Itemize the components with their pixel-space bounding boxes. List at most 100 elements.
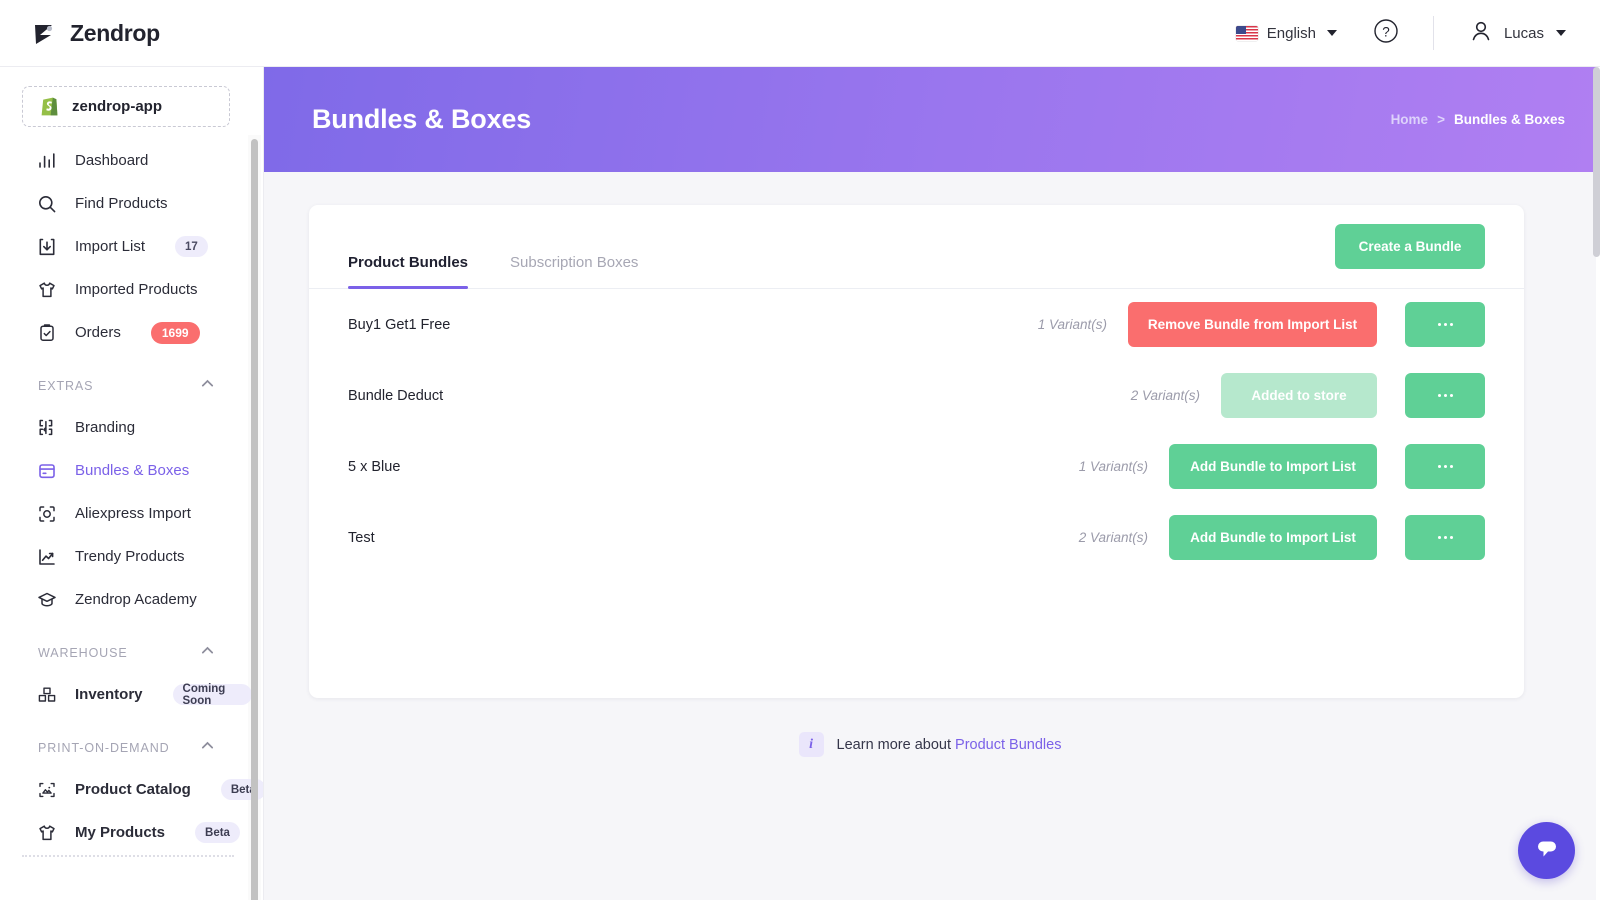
create-bundle-button[interactable]: Create a Bundle	[1335, 224, 1485, 269]
sidebar-item-label: Trendy Products	[75, 548, 185, 565]
tab-subscription-boxes[interactable]: Subscription Boxes	[510, 254, 638, 288]
chevron-up-icon[interactable]	[199, 642, 216, 664]
user-menu[interactable]: Lucas	[1468, 18, 1566, 49]
main-content: Product Bundles Subscription Boxes Creat…	[264, 172, 1596, 900]
sidebar-item-imported-products[interactable]: Imported Products	[0, 268, 252, 311]
remove-bundle-button[interactable]: Remove Bundle from Import List	[1128, 302, 1377, 347]
sidebar-item-find-products[interactable]: Find Products	[0, 182, 252, 225]
language-label: English	[1266, 24, 1316, 42]
page-header-banner: Bundles & Boxes Home > Bundles & Boxes	[264, 67, 1596, 172]
page-scrollbar-thumb[interactable]	[1593, 67, 1600, 257]
sidebar-item-label: Aliexpress Import	[75, 505, 191, 522]
sidebar-item-bundles-boxes[interactable]: Bundles & Boxes	[0, 449, 252, 492]
brand-name: Zendrop	[70, 19, 160, 46]
sidebar-item-zendrop-academy[interactable]: Zendrop Academy	[0, 578, 252, 621]
chat-bubble-icon	[1533, 835, 1561, 866]
add-bundle-button[interactable]: Add Bundle to Import List	[1169, 515, 1377, 560]
import-list-count-badge: 17	[175, 236, 208, 257]
clipboard-check-icon	[36, 322, 57, 343]
table-row: Buy1 Get1 Free 1 Variant(s) Remove Bundl…	[309, 289, 1524, 360]
bundle-name: Buy1 Get1 Free	[348, 316, 451, 333]
chevron-down-icon	[1326, 30, 1337, 36]
sidebar-item-trendy-products[interactable]: Trendy Products	[0, 535, 252, 578]
sidebar-item-label: Branding	[75, 419, 136, 436]
product-bundles-link[interactable]: Product Bundles	[955, 737, 1061, 753]
sidebar-item-label: My Products	[75, 824, 166, 841]
card-tabs: Product Bundles Subscription Boxes Creat…	[309, 205, 1524, 289]
table-row: 5 x Blue 1 Variant(s) Add Bundle to Impo…	[309, 431, 1524, 502]
store-selector[interactable]: zendrop-app	[22, 86, 230, 127]
bundle-variants: 2 Variant(s)	[1078, 530, 1148, 545]
table-row: Test 2 Variant(s) Add Bundle to Import L…	[309, 502, 1524, 573]
sidebar-item-orders[interactable]: Orders 1699	[0, 311, 252, 354]
brand-logo[interactable]: Zendrop	[28, 18, 160, 48]
bundle-name: 5 x Blue	[348, 458, 401, 475]
row-more-button[interactable]	[1405, 373, 1485, 418]
ellipsis-icon	[1437, 536, 1453, 539]
bundle-name: Test	[348, 529, 375, 546]
ellipsis-icon	[1437, 323, 1453, 326]
bundle-name: Bundle Deduct	[348, 387, 444, 404]
sidebar-item-label: Imported Products	[75, 281, 198, 298]
help-icon[interactable]: ?	[1373, 18, 1399, 49]
chat-bubble-button[interactable]	[1518, 822, 1575, 879]
language-selector[interactable]: English	[1235, 24, 1337, 42]
branding-icon	[36, 417, 57, 438]
image-frame-icon	[36, 779, 57, 800]
sidebar-item-inventory[interactable]: Inventory Coming Soon	[0, 673, 252, 716]
sidebar-item-label: Bundles & Boxes	[75, 462, 190, 479]
row-more-button[interactable]	[1405, 444, 1485, 489]
sidebar-item-dashboard[interactable]: Dashboard	[0, 139, 252, 182]
store-name-label: zendrop-app	[72, 98, 162, 115]
learn-more-section: i Learn more about Product Bundles	[264, 732, 1596, 757]
row-more-button[interactable]	[1405, 302, 1485, 347]
sidebar-item-my-products[interactable]: My Products Beta	[0, 811, 252, 854]
ellipsis-icon	[1437, 394, 1453, 397]
chevron-up-icon[interactable]	[199, 375, 216, 397]
sidebar-item-aliexpress-import[interactable]: Aliexpress Import	[0, 492, 252, 535]
warehouse-boxes-icon	[36, 684, 57, 705]
sidebar: zendrop-app Dashboard Find Products Impo…	[0, 67, 264, 900]
person-icon	[1468, 18, 1494, 49]
sidebar-item-import-list[interactable]: Import List 17	[0, 225, 252, 268]
user-name-label: Lucas	[1503, 24, 1544, 42]
chevron-up-icon[interactable]	[199, 737, 216, 759]
sidebar-item-label: Dashboard	[75, 152, 149, 169]
orders-count-badge: 1699	[150, 321, 200, 344]
sidebar-item-label: Find Products	[75, 195, 168, 212]
sidebar-item-label: Import List	[75, 238, 146, 255]
beta-badge: Beta	[195, 822, 240, 843]
table-row: Bundle Deduct 2 Variant(s) Added to stor…	[309, 360, 1524, 431]
bundles-card: Product Bundles Subscription Boxes Creat…	[309, 205, 1524, 698]
trend-up-icon	[36, 546, 57, 567]
sidebar-group-extras[interactable]: EXTRAS	[0, 366, 252, 406]
breadcrumb-current: Bundles & Boxes	[1453, 112, 1565, 127]
bundle-variants: 1 Variant(s)	[1037, 317, 1107, 332]
bundle-box-icon	[36, 460, 57, 481]
bundle-variants: 2 Variant(s)	[1130, 388, 1200, 403]
bar-chart-icon	[36, 150, 57, 171]
scan-import-icon	[36, 503, 57, 524]
tab-product-bundles[interactable]: Product Bundles	[348, 254, 469, 289]
sidebar-item-branding[interactable]: Branding	[0, 406, 252, 449]
sidebar-scrollbar-thumb[interactable]	[251, 139, 258, 900]
sidebar-item-label: Zendrop Academy	[75, 591, 197, 608]
zendrop-logo-icon	[28, 18, 58, 48]
toolbar-divider	[1432, 16, 1434, 50]
svg-text:?: ?	[1382, 24, 1390, 39]
row-more-button[interactable]	[1405, 515, 1485, 560]
add-bundle-button[interactable]: Add Bundle to Import List	[1169, 444, 1377, 489]
info-icon: i	[798, 732, 824, 757]
page-title: Bundles & Boxes	[312, 104, 532, 134]
breadcrumb-home-link[interactable]: Home	[1391, 112, 1429, 127]
sidebar-group-warehouse[interactable]: WAREHOUSE	[0, 633, 252, 673]
ellipsis-icon	[1437, 465, 1453, 468]
added-to-store-button: Added to store	[1221, 373, 1377, 418]
tshirt-icon	[36, 279, 57, 300]
sidebar-group-print-on-demand[interactable]: PRINT-ON-DEMAND	[0, 728, 252, 768]
sidebar-item-label: Product Catalog	[75, 781, 191, 798]
tshirt-icon	[36, 822, 57, 843]
sidebar-item-product-catalog[interactable]: Product Catalog Beta	[0, 768, 263, 811]
us-flag-icon	[1235, 25, 1258, 41]
graduation-cap-icon	[36, 589, 57, 610]
